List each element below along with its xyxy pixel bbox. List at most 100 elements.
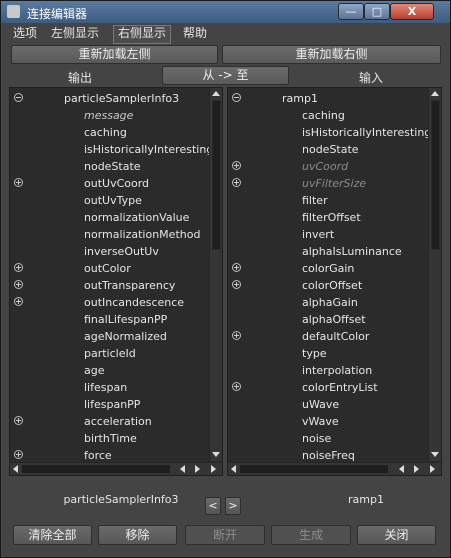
list-item[interactable]: inverseOutUv bbox=[10, 243, 222, 260]
list-item[interactable]: ageNormalized bbox=[10, 328, 222, 345]
scroll-down-icon[interactable] bbox=[212, 452, 220, 457]
list-item[interactable]: alphaGain bbox=[228, 294, 441, 311]
list-item[interactable]: invert bbox=[228, 226, 441, 243]
list-item[interactable]: normalizationValue bbox=[10, 209, 222, 226]
previous-node-button[interactable]: < bbox=[205, 497, 221, 515]
input-label: 输入 bbox=[358, 71, 383, 85]
list-item[interactable]: lifespanPP bbox=[10, 396, 222, 413]
scroll-down-icon[interactable] bbox=[431, 452, 439, 457]
list-item[interactable]: alphaOffset bbox=[228, 311, 441, 328]
expand-icon[interactable] bbox=[232, 263, 241, 272]
left-attribute-list[interactable]: particleSamplerInfo3 message caching isH… bbox=[9, 87, 223, 476]
expand-icon[interactable] bbox=[14, 450, 23, 459]
list-item[interactable]: uWave bbox=[228, 396, 441, 413]
expand-icon[interactable] bbox=[14, 280, 23, 289]
list-item[interactable]: colorGain bbox=[228, 260, 441, 277]
list-item[interactable]: colorEntryList bbox=[228, 379, 441, 396]
right-attribute-list[interactable]: ramp1 caching isHistoricallyInteresting … bbox=[227, 87, 442, 476]
remove-button[interactable]: 移除 bbox=[98, 525, 177, 545]
scroll-left-icon[interactable] bbox=[180, 465, 185, 473]
scroll-left-icon[interactable] bbox=[399, 465, 404, 473]
expand-icon[interactable] bbox=[14, 263, 23, 272]
list-item[interactable]: vWave bbox=[228, 413, 441, 430]
scroll-right-icon[interactable] bbox=[430, 465, 435, 473]
scroll-left-icon[interactable] bbox=[231, 465, 236, 473]
scroll-right-icon[interactable] bbox=[414, 465, 419, 473]
list-item[interactable]: particleId bbox=[10, 345, 222, 362]
break-button[interactable]: 断开 bbox=[185, 525, 265, 545]
list-item[interactable]: message bbox=[10, 107, 222, 124]
h-scroll-thumb[interactable] bbox=[22, 465, 170, 473]
list-item[interactable]: outIncandescence bbox=[10, 294, 222, 311]
expand-icon[interactable] bbox=[232, 178, 241, 187]
list-item[interactable]: nodeState bbox=[10, 158, 222, 175]
list-item[interactable]: type bbox=[228, 345, 441, 362]
list-item[interactable]: outTransparency bbox=[10, 277, 222, 294]
list-item[interactable]: age bbox=[10, 362, 222, 379]
scroll-left-icon[interactable] bbox=[13, 465, 18, 473]
list-item[interactable]: outColor bbox=[10, 260, 222, 277]
list-item[interactable]: outUvType bbox=[10, 192, 222, 209]
list-item[interactable]: caching bbox=[10, 124, 222, 141]
list-item[interactable]: filter bbox=[228, 192, 441, 209]
maximize-button[interactable]: □ bbox=[364, 3, 390, 20]
make-button[interactable]: 生成 bbox=[271, 525, 351, 545]
menu-bar: 选项 左侧显示 右侧显示 帮助 bbox=[9, 25, 442, 44]
scroll-up-icon[interactable] bbox=[431, 91, 439, 96]
left-horizontal-scrollbar[interactable] bbox=[10, 462, 222, 475]
close-window-button[interactable]: X bbox=[390, 3, 434, 20]
list-item[interactable]: interpolation bbox=[228, 362, 441, 379]
scroll-right-icon[interactable] bbox=[195, 465, 200, 473]
list-item[interactable]: uvCoord bbox=[228, 158, 441, 175]
list-item[interactable]: ramp1 bbox=[228, 90, 441, 107]
scroll-thumb[interactable] bbox=[431, 100, 440, 250]
list-item[interactable]: normalizationMethod bbox=[10, 226, 222, 243]
list-item[interactable]: caching bbox=[228, 107, 441, 124]
list-item[interactable]: birthTime bbox=[10, 430, 222, 447]
list-item[interactable]: acceleration bbox=[10, 413, 222, 430]
left-vertical-scrollbar[interactable] bbox=[209, 88, 222, 461]
app-icon bbox=[7, 5, 20, 18]
clear-all-button[interactable]: 清除全部 bbox=[13, 525, 92, 545]
scroll-up-icon[interactable] bbox=[212, 91, 220, 96]
expand-icon[interactable] bbox=[14, 416, 23, 425]
menu-options[interactable]: 选项 bbox=[9, 25, 41, 42]
list-item[interactable]: noise bbox=[228, 430, 441, 447]
list-item[interactable]: defaultColor bbox=[228, 328, 441, 345]
collapse-icon[interactable] bbox=[232, 93, 241, 102]
collapse-icon[interactable] bbox=[14, 93, 23, 102]
scroll-thumb[interactable] bbox=[212, 100, 221, 250]
list-item[interactable]: finalLifespanPP bbox=[10, 311, 222, 328]
list-item[interactable]: outUvCoord bbox=[10, 175, 222, 192]
expand-icon[interactable] bbox=[232, 161, 241, 170]
list-item[interactable]: nodeState bbox=[228, 141, 441, 158]
expand-icon[interactable] bbox=[232, 382, 241, 391]
menu-left-display[interactable]: 左侧显示 bbox=[47, 25, 103, 42]
connection-editor-window: 连接编辑器 — □ X 选项 左侧显示 右侧显示 帮助 重新加载左侧 重新加载右… bbox=[0, 0, 451, 558]
next-node-button[interactable]: > bbox=[225, 497, 241, 515]
list-item[interactable]: alphaIsLuminance bbox=[228, 243, 441, 260]
title-bar[interactable]: 连接编辑器 — □ X bbox=[1, 1, 450, 23]
right-horizontal-scrollbar[interactable] bbox=[228, 462, 441, 475]
expand-icon[interactable] bbox=[14, 178, 23, 187]
reload-left-button[interactable]: 重新加载左侧 bbox=[11, 45, 218, 64]
list-item[interactable]: filterOffset bbox=[228, 209, 441, 226]
expand-icon[interactable] bbox=[14, 297, 23, 306]
list-item[interactable]: colorOffset bbox=[228, 277, 441, 294]
list-item[interactable]: particleSamplerInfo3 bbox=[10, 90, 222, 107]
list-item[interactable]: uvFilterSize bbox=[228, 175, 441, 192]
list-item[interactable]: lifespan bbox=[10, 379, 222, 396]
reload-right-button[interactable]: 重新加载右侧 bbox=[222, 45, 441, 64]
expand-icon[interactable] bbox=[232, 331, 241, 340]
menu-help[interactable]: 帮助 bbox=[179, 25, 211, 42]
list-item[interactable]: isHistoricallyInteresting bbox=[228, 124, 441, 141]
list-item[interactable]: isHistoricallyInteresting bbox=[10, 141, 222, 158]
h-scroll-thumb[interactable] bbox=[240, 465, 388, 473]
expand-icon[interactable] bbox=[232, 280, 241, 289]
direction-toggle-button[interactable]: 从 -> 至 bbox=[162, 66, 289, 85]
minimize-button[interactable]: — bbox=[338, 3, 364, 20]
right-vertical-scrollbar[interactable] bbox=[428, 88, 441, 461]
scroll-right-icon[interactable] bbox=[211, 465, 216, 473]
menu-right-display[interactable]: 右侧显示 bbox=[113, 25, 172, 44]
close-button[interactable]: 关闭 bbox=[357, 525, 436, 545]
